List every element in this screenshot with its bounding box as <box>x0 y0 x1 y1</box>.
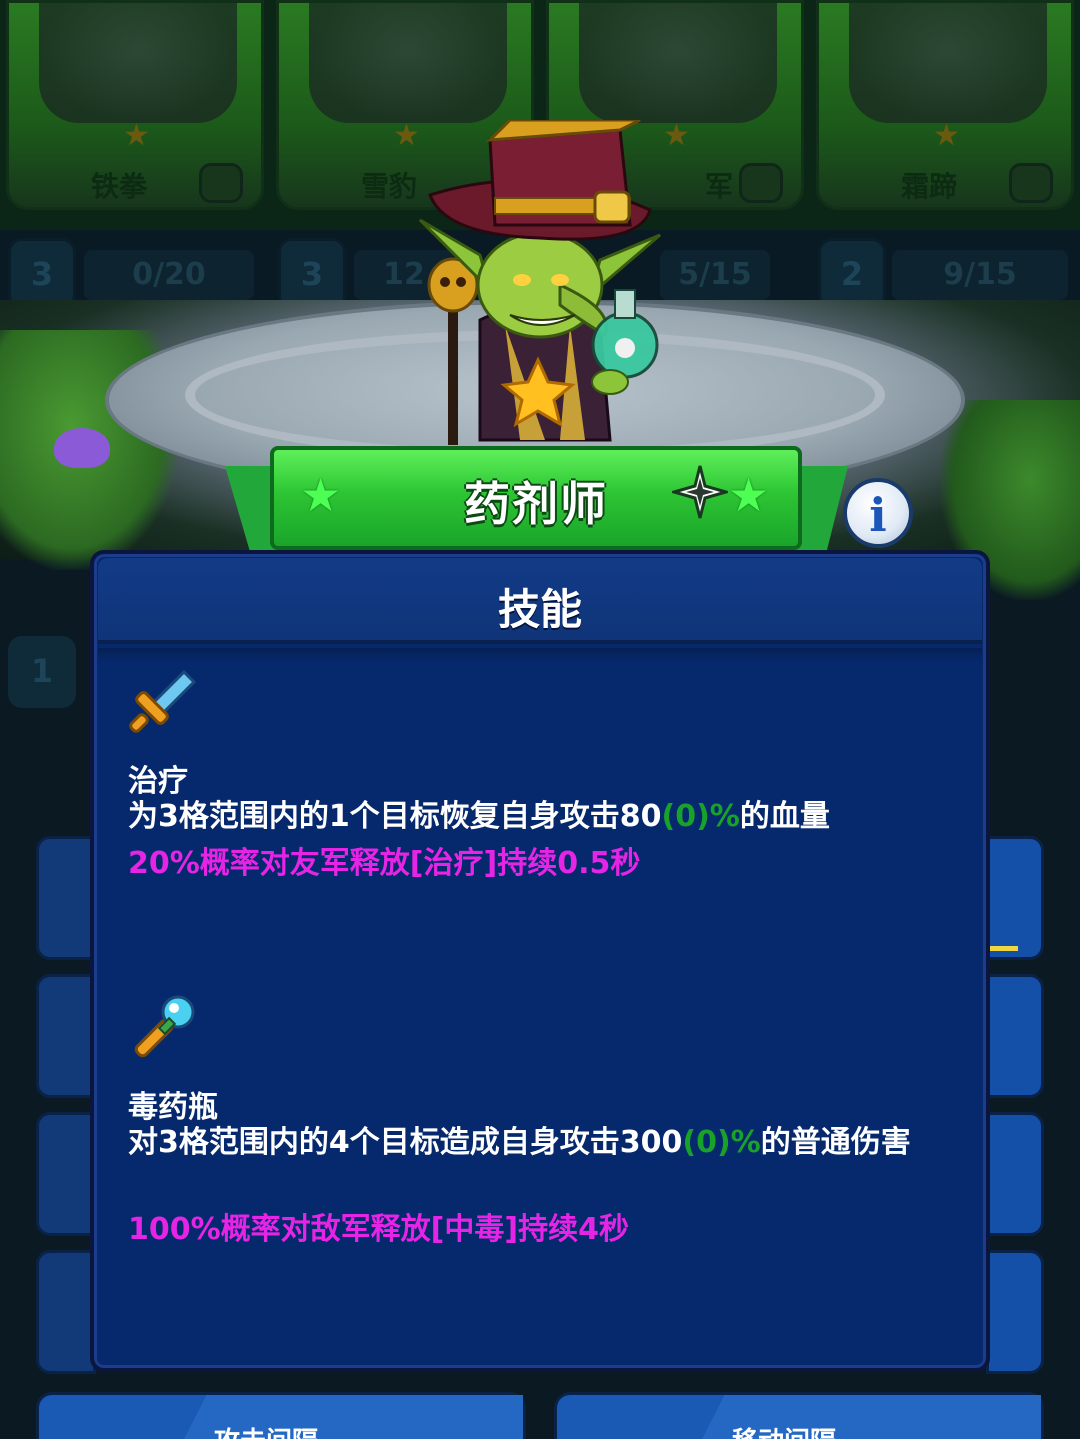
class-badge-icon <box>1009 163 1053 203</box>
side-level-badge: 1 <box>8 636 76 708</box>
skill-description-text: 对3格范围内的4个目标造成自身攻击300 <box>128 1125 683 1160</box>
hero-name-banner: ★ 药剂师 ★ <box>270 446 802 550</box>
skill-panel-header: 技能 <box>98 558 982 644</box>
skill-description-text: 为3格范围内的1个目标恢复自身攻击80 <box>128 799 662 834</box>
hero-progress: 0/20 <box>84 250 254 300</box>
header-shadow <box>98 648 982 662</box>
stat-button-right-1[interactable] <box>986 836 1044 960</box>
rarity-sparkle-icon <box>672 465 728 519</box>
skill-name: 毒药瓶 <box>128 1090 218 1125</box>
skill-buff-effect: 20%概率对友军释放[治疗]持续0.5秒 <box>128 846 641 881</box>
axe-icon <box>739 163 783 203</box>
star-icon: ★ <box>123 118 150 153</box>
hero-card-name: 铁拳 <box>90 170 147 203</box>
skill-bonus-value: (0)% <box>682 1125 761 1160</box>
skill-panel: 技能 <box>90 550 990 1372</box>
skill-buff-effect: 100%概率对敌军释放[中毒]持续4秒 <box>128 1212 629 1247</box>
move-interval-label: 移动间隔 <box>732 1421 836 1439</box>
stat-button-crit[interactable] <box>36 1250 96 1374</box>
hero-portrait <box>309 3 507 123</box>
attack-interval-label: 攻击间隔 <box>214 1421 318 1439</box>
info-button[interactable]: i <box>843 478 913 548</box>
skill-description: 为3格范围内的1个目标恢复自身攻击80(0)%的血量 <box>128 796 958 837</box>
attack-interval-button[interactable]: 攻击间隔 <box>36 1392 526 1439</box>
hero-card-1[interactable]: ★ 铁拳 <box>6 0 264 210</box>
stat-button-hp[interactable] <box>36 836 96 960</box>
stat-button-right-4[interactable] <box>986 1250 1044 1374</box>
skill-description: 对3格范围内的4个目标造成自身攻击300(0)%的普通伤害 <box>128 1122 958 1163</box>
skill-name: 治疗 <box>128 764 188 799</box>
potion-wand-icon <box>134 995 195 1058</box>
stat-progress-indicator <box>988 946 1018 951</box>
stat-button-defense[interactable] <box>36 1112 96 1236</box>
move-interval-button[interactable]: 移动间隔 <box>554 1392 1044 1439</box>
hero-portrait <box>849 3 1047 123</box>
stat-button-attack[interactable] <box>36 974 96 1098</box>
hero-card-name: 霜蹄 <box>900 170 957 203</box>
class-badge-icon <box>199 163 243 203</box>
skill-description-text: 的普通伤害 <box>760 1125 911 1160</box>
hero-character <box>418 120 661 445</box>
sword-icon <box>129 669 197 733</box>
hero-portrait <box>579 3 777 123</box>
skill-panel-title: 技能 <box>497 585 582 634</box>
mushroom-decoration <box>54 428 110 468</box>
hero-portrait <box>39 3 237 123</box>
stat-button-right-3[interactable] <box>986 1112 1044 1236</box>
skill-description-text: 的血量 <box>739 799 830 834</box>
stat-button-right-2[interactable] <box>986 974 1044 1098</box>
hero-progress: 9/15 <box>892 250 1068 300</box>
skill-bonus-value: (0)% <box>661 799 740 834</box>
star-icon: ★ <box>728 468 770 522</box>
hero-card-4[interactable]: ★ 霜蹄 <box>816 0 1074 210</box>
info-icon: i <box>869 488 887 542</box>
star-icon: ★ <box>933 118 960 153</box>
